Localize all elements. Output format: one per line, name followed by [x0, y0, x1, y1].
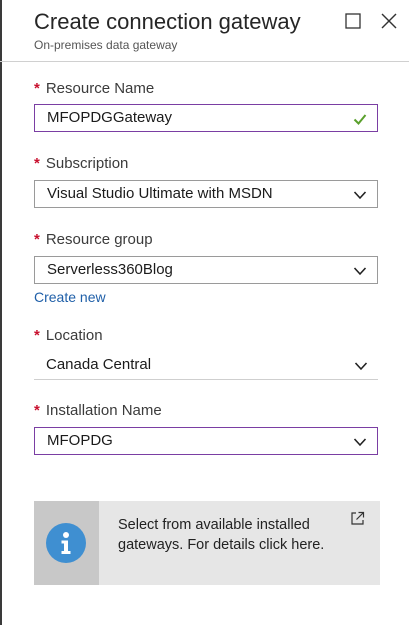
- location-value: Canada Central: [46, 356, 152, 373]
- required-asterisk: *: [34, 327, 40, 344]
- chevron-down-icon: [353, 438, 367, 447]
- installation-name-label: * Installation Name: [34, 402, 162, 419]
- info-icon: [46, 523, 86, 563]
- page-subtitle: On-premises data gateway: [34, 38, 178, 52]
- resource-group-value: Serverless360Blog: [47, 261, 173, 278]
- external-link-icon[interactable]: [350, 511, 365, 526]
- info-text: Select from available installed gateways…: [118, 517, 325, 553]
- chevron-down-icon: [354, 362, 368, 371]
- maximize-icon: [345, 13, 361, 29]
- installation-name-label-text: Installation Name: [45, 402, 162, 419]
- info-box[interactable]: Select from available installed gateways…: [34, 501, 380, 585]
- resource-name-label: * Resource Name: [34, 80, 154, 97]
- location-label-text: Location: [45, 327, 103, 344]
- maximize-button[interactable]: [342, 10, 364, 32]
- resource-name-value: MFOPDGGateway: [47, 109, 173, 126]
- resource-group-label: * Resource group: [34, 231, 153, 248]
- chevron-down-icon: [353, 267, 367, 276]
- resource-group-label-text: Resource group: [45, 231, 153, 248]
- required-asterisk: *: [34, 155, 40, 172]
- subscription-select[interactable]: Visual Studio Ultimate with MSDN: [34, 180, 378, 208]
- location-select[interactable]: Canada Central: [34, 352, 378, 380]
- page-title: Create connection gateway: [34, 9, 301, 34]
- panel-left-border: [0, 0, 2, 625]
- subscription-value: Visual Studio Ultimate with MSDN: [47, 185, 273, 202]
- checkmark-icon: [353, 114, 367, 125]
- create-new-link[interactable]: Create new: [34, 289, 106, 305]
- resource-name-label-text: Resource Name: [45, 80, 155, 97]
- resource-group-select[interactable]: Serverless360Blog: [34, 256, 378, 284]
- close-icon: [381, 13, 397, 29]
- info-icon-panel: [34, 501, 99, 585]
- installation-name-value: MFOPDG: [47, 432, 113, 449]
- required-asterisk: *: [34, 402, 40, 419]
- subscription-label: * Subscription: [34, 155, 128, 172]
- chevron-down-icon: [353, 191, 367, 200]
- resource-name-input[interactable]: MFOPDGGateway: [34, 104, 378, 132]
- required-asterisk: *: [34, 231, 40, 248]
- required-asterisk: *: [34, 80, 40, 97]
- header-divider: [0, 61, 409, 62]
- installation-name-select[interactable]: MFOPDG: [34, 427, 378, 455]
- subscription-label-text: Subscription: [45, 155, 129, 172]
- location-label: * Location: [34, 327, 103, 344]
- blade-header: Create connection gateway On-premises da…: [0, 0, 409, 62]
- close-button[interactable]: [378, 10, 400, 32]
